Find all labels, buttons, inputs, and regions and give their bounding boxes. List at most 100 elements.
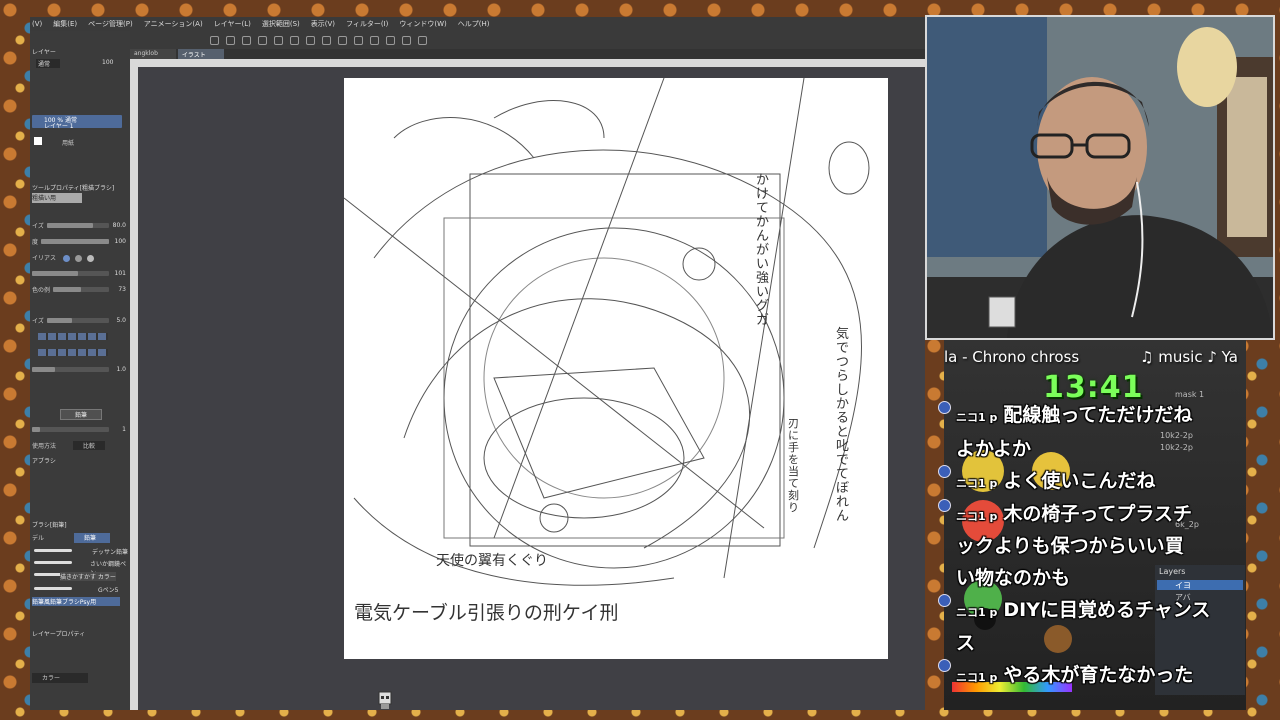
menu-item-window[interactable]: ウィンドウ(W) bbox=[399, 19, 446, 29]
comment-5-text: やる木が育たなかった bbox=[1003, 664, 1194, 686]
undo-icon[interactable] bbox=[274, 35, 283, 45]
density-value: 100 bbox=[114, 237, 126, 245]
v1-value: 101 bbox=[114, 269, 126, 277]
fill-icon[interactable] bbox=[322, 35, 331, 45]
menu-bar: (V) 編集(E) ページ管理(P) アニメーション(A) レイヤー(L) 選択… bbox=[30, 17, 925, 31]
antialias-label: イリアス bbox=[32, 254, 57, 262]
stream-clock: 13:41 bbox=[1043, 370, 1144, 405]
aa-option-3[interactable] bbox=[86, 254, 94, 262]
menu-item-layer[interactable]: レイヤー(L) bbox=[214, 19, 251, 29]
cloud-1 bbox=[393, 117, 535, 159]
vertical-ruler bbox=[130, 67, 138, 710]
brush-sample-1 bbox=[34, 549, 72, 552]
aa-option-1[interactable] bbox=[63, 254, 71, 262]
slider-v4[interactable]: 1 bbox=[32, 425, 126, 433]
menu-item-animation[interactable]: アニメーション(A) bbox=[144, 19, 203, 29]
v2-value: 73 bbox=[118, 285, 126, 293]
size-value: 80.0 bbox=[112, 221, 126, 229]
layer-name-10k2-b[interactable]: 10k2-2p bbox=[1160, 442, 1193, 454]
sketch-text-1: 天使の翼有くぐり bbox=[436, 553, 548, 569]
small-head bbox=[682, 247, 716, 281]
density-slider[interactable]: 度 100 bbox=[32, 237, 126, 246]
usage-row[interactable]: 使用方法 比較 bbox=[32, 440, 126, 450]
select-icon[interactable] bbox=[354, 35, 363, 45]
now-playing-right: ♫ music ♪ Ya bbox=[1140, 348, 1238, 366]
tab-illust[interactable]: イラスト bbox=[177, 49, 224, 59]
color-mode-select[interactable]: カラー bbox=[32, 673, 88, 683]
sketch-text-vertical-1: かけてかんがい強いグガ bbox=[756, 173, 770, 328]
canvas-area[interactable]: 天使の翼有くぐり 電気ケーブル引張りの刑ケイ刑 かけてかんがい強いグガ 気でつら… bbox=[138, 67, 925, 710]
drawing-paper[interactable]: 天使の翼有くぐり 電気ケーブル引張りの刑ケイ刑 かけてかんがい強いグガ 気でつら… bbox=[343, 77, 888, 659]
body-shape bbox=[493, 367, 705, 499]
open-icon[interactable] bbox=[226, 35, 235, 45]
left-panel: レイヤー 通常 100 100 % 通常 レイヤー 1 用紙 ツールプロパティ[… bbox=[30, 31, 130, 710]
layer-property-title: レイヤープロパティ bbox=[32, 631, 86, 638]
brush-preview-name: 粗描い用 bbox=[32, 195, 57, 202]
sub-tab-model[interactable]: デル bbox=[32, 533, 44, 543]
comment-1: ニコ1 p 配線触ってただけだね bbox=[956, 404, 1192, 429]
comment-badge-5 bbox=[938, 659, 951, 672]
menu-item-edit[interactable]: 編集(E) bbox=[53, 19, 77, 29]
redo-icon[interactable] bbox=[290, 35, 299, 45]
lasso-icon[interactable] bbox=[370, 35, 379, 45]
comment-2-user: ニコ1 p bbox=[956, 477, 998, 490]
pressure-graph-2[interactable] bbox=[38, 349, 108, 356]
slider-v1[interactable]: 101 bbox=[32, 269, 126, 277]
menu-item-page[interactable]: ページ管理(P) bbox=[88, 19, 133, 29]
size-track bbox=[46, 222, 109, 228]
menu-item-filter[interactable]: フィルター(I) bbox=[346, 19, 388, 29]
print-icon[interactable] bbox=[258, 35, 267, 45]
corner-blob bbox=[828, 141, 870, 195]
brush-item-4[interactable]: Gペン5 bbox=[98, 585, 118, 594]
size2-value: 5.0 bbox=[116, 316, 126, 324]
aa-option-2[interactable] bbox=[74, 254, 82, 262]
webcam-feed bbox=[925, 15, 1275, 340]
comment-4-text: DIYに目覚めるチャンス bbox=[1003, 599, 1211, 621]
brush-item-5[interactable]: 鉛筆風鉛筆ブラシPsy用 bbox=[32, 597, 120, 606]
v2-track bbox=[53, 286, 109, 292]
webcam-scene bbox=[927, 17, 1273, 338]
size-slider[interactable]: イズ 80.0 bbox=[32, 221, 126, 230]
size2-slider[interactable]: イズ 5.0 bbox=[32, 316, 126, 325]
layer-row-paper[interactable]: 用紙 bbox=[32, 135, 122, 147]
sub-tab-pencil[interactable]: 鉛筆 bbox=[74, 533, 111, 543]
opacity-value[interactable]: 100 bbox=[102, 59, 113, 66]
clear-icon[interactable] bbox=[306, 35, 315, 45]
paper-thumb bbox=[34, 137, 42, 145]
layer-1-name: レイヤー 1 bbox=[44, 123, 74, 130]
slider-v3[interactable]: 1.0 bbox=[32, 365, 126, 373]
comment-5-user: ニコ1 p bbox=[956, 671, 998, 684]
pressure-graph-1[interactable] bbox=[38, 333, 108, 340]
layer-item-1[interactable]: イヨ bbox=[1157, 580, 1243, 590]
save-icon[interactable] bbox=[242, 35, 251, 45]
blend-mode-select[interactable]: 通常 bbox=[36, 59, 61, 68]
tab-angklob[interactable]: angklob bbox=[130, 49, 176, 59]
ruler-icon[interactable] bbox=[402, 35, 411, 45]
slider-v2[interactable]: 色の例 73 bbox=[32, 285, 126, 294]
rough-sketch bbox=[343, 77, 870, 586]
layer-name-10k2-a[interactable]: 10k2-2p bbox=[1160, 430, 1193, 442]
antialias-row[interactable]: イリアス bbox=[32, 253, 126, 262]
transform-icon[interactable] bbox=[338, 35, 347, 45]
new-icon[interactable] bbox=[210, 35, 219, 45]
brush-item-1[interactable]: デッサン鉛筆 bbox=[92, 547, 128, 556]
menu-item-selection[interactable]: 選択範囲(S) bbox=[262, 19, 300, 29]
usage-select[interactable]: 比較 bbox=[73, 440, 106, 450]
density-track bbox=[41, 238, 109, 244]
size2-label: イズ bbox=[32, 317, 44, 325]
menu-item-display[interactable]: 表示(V) bbox=[311, 19, 335, 29]
mascot-sprite bbox=[378, 691, 392, 709]
pencil-button[interactable]: 鉛筆 bbox=[60, 409, 102, 420]
mask-layer-label[interactable]: mask 1 bbox=[1175, 390, 1204, 399]
comment-1-text: 配線触ってただけだね bbox=[1003, 404, 1193, 426]
help-icon[interactable] bbox=[418, 35, 427, 45]
menu-item-help[interactable]: ヘルプ(H) bbox=[458, 19, 490, 29]
menu-item-view[interactable]: (V) bbox=[32, 20, 42, 28]
brush-item-3[interactable]: 描きかすかす カラー bbox=[60, 572, 116, 581]
comment-5: ニコ1 p やる木が育たなかった bbox=[956, 664, 1193, 689]
layer-panel-title: レイヤー bbox=[32, 49, 56, 56]
layer-row-1[interactable]: 100 % 通常 レイヤー 1 bbox=[32, 115, 122, 130]
layer-list-behind: 10k2-2p 10k2-2p bbox=[1160, 430, 1193, 454]
usage-label: 使用方法 bbox=[32, 442, 57, 450]
pen-icon[interactable] bbox=[386, 35, 395, 45]
